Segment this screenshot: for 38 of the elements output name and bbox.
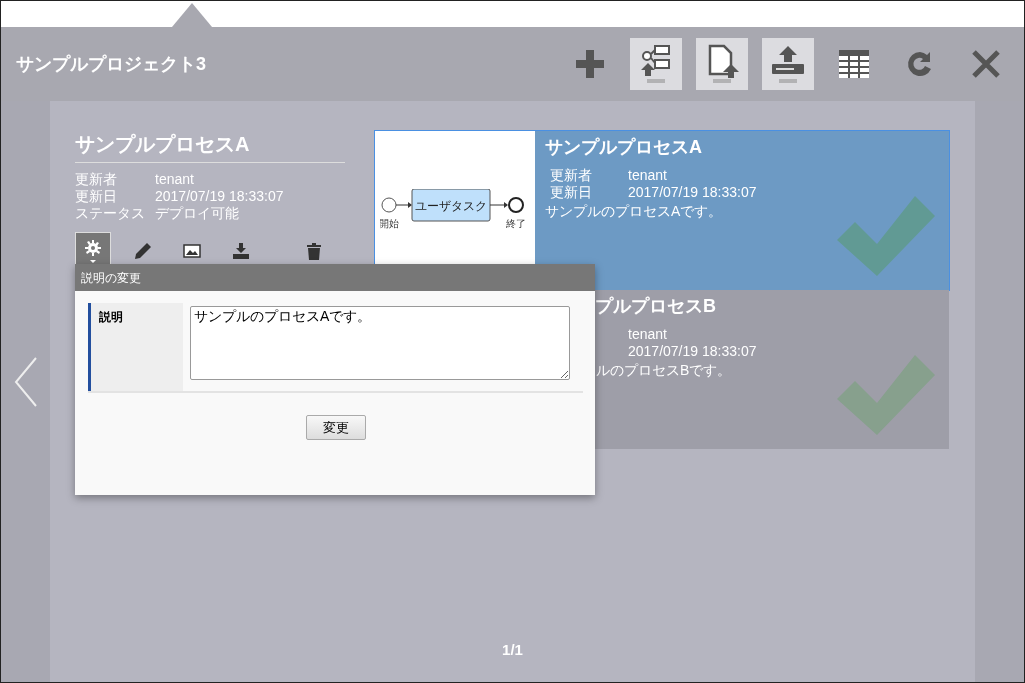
toolbar-button[interactable] [630,38,682,90]
change-button[interactable]: 変更 [305,415,366,440]
settings-icon [84,239,103,263]
field-value: tenant [628,167,668,184]
field-value: 2017/07/19 18:33:07 [628,184,758,201]
field-value: tenant [628,326,668,343]
card-description: サンプルのプロセスAです。 [545,203,724,221]
field-label: 更新者 [75,171,118,188]
field-value: 2017/07/19 18:33:07 [155,188,285,205]
popup-title: 説明の変更 [75,264,595,291]
page-indicator: 1/1 [501,641,524,660]
toolbar-button[interactable] [696,38,748,90]
image-icon [183,244,201,258]
project-title: サンプルプロジェクト3 [16,53,206,76]
field-label: 更新日 [550,184,593,201]
card-description: ルのプロセスBです。 [595,362,733,380]
download-icon [232,242,251,260]
field-value: 2017/07/19 18:33:07 [628,343,758,360]
field-value: tenant [155,171,195,188]
add-icon [575,49,605,79]
process-card[interactable]: 開始 ユーザタスク 終了 サンプルプロセスA 更新者 tenant 更新日 2017/07/19 18:33:07 サンプルのプロセスAです。 [375,131,949,290]
toolbar-button[interactable] [762,38,814,90]
upload-icon [769,44,807,84]
card-title: プルプロセスB [594,295,717,318]
trash-icon [306,242,321,260]
description-field[interactable]: サンプルのプロセスAです。 [190,306,570,380]
field-label: ステータス [75,205,145,222]
card-title: サンプルプロセスA [545,136,703,159]
field-value: デプロイ可能 [155,205,240,222]
close-icon [971,49,1001,79]
diagram-upload-icon [639,44,673,84]
field-label: 説明 [88,303,183,391]
process-diagram-drawing: 開始 ユーザタスク 終了 [380,188,530,233]
process-title: サンプルプロセスA [75,131,345,163]
field-label: 更新日 [75,188,118,205]
table-icon [839,50,869,78]
field-label: 更新者 [550,167,593,184]
pencil-icon [133,242,152,260]
